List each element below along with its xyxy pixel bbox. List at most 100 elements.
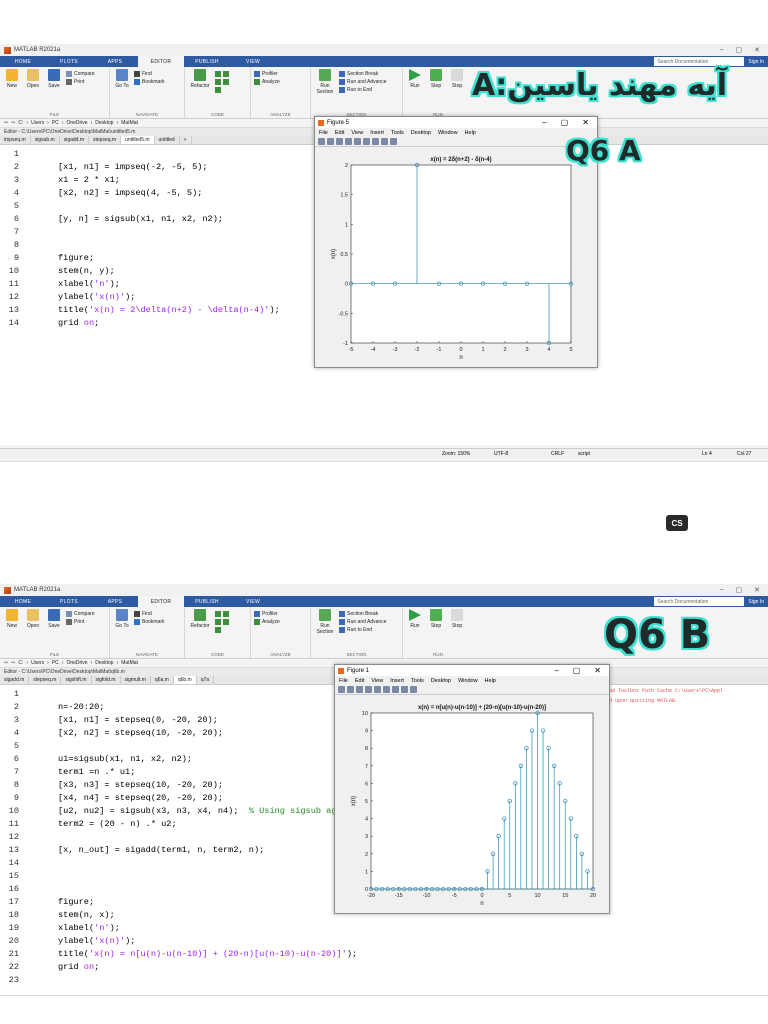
minimize-icon[interactable]: – bbox=[720, 586, 724, 594]
tab-editor[interactable]: EDITOR bbox=[138, 56, 184, 67]
code-line[interactable]: 12 bbox=[0, 830, 58, 843]
menu-window[interactable]: Window bbox=[438, 130, 458, 136]
colorbar-icon[interactable] bbox=[392, 686, 399, 693]
crumb-2[interactable]: PC bbox=[52, 120, 59, 126]
file-tab[interactable]: sigsub.m bbox=[31, 136, 60, 144]
figure-titlebar[interactable]: Figure 1 – ▢ ✕ bbox=[335, 665, 609, 676]
file-tab-active[interactable]: untitled5.m bbox=[121, 136, 155, 144]
run-advance-button[interactable]: Run and Advance bbox=[339, 619, 386, 625]
code-line[interactable]: 19 xlabel('n'); bbox=[0, 921, 120, 934]
plot-tools-icon[interactable] bbox=[390, 138, 397, 145]
compare-button[interactable]: Compare bbox=[66, 611, 95, 617]
search-documentation-input[interactable]: Search Documentation bbox=[654, 57, 745, 66]
file-tab[interactable]: sigmult.m bbox=[121, 676, 151, 684]
compare-button[interactable]: Compare bbox=[66, 71, 95, 77]
close-icon[interactable]: ✕ bbox=[754, 46, 760, 54]
tab-plots[interactable]: PLOTS bbox=[46, 596, 92, 607]
menu-file[interactable]: File bbox=[319, 130, 328, 136]
bookmark-button[interactable]: Bookmark bbox=[134, 79, 165, 85]
save-button[interactable]: Save bbox=[45, 609, 63, 658]
add-tab-icon[interactable]: + bbox=[180, 136, 192, 144]
menu-tools[interactable]: Tools bbox=[391, 130, 404, 136]
stop-button[interactable]: Stop bbox=[448, 609, 466, 658]
code-line[interactable]: 18 stem(n, x); bbox=[0, 908, 115, 921]
save-button[interactable]: Save bbox=[45, 69, 63, 118]
tab-plots[interactable]: PLOTS bbox=[46, 56, 92, 67]
bookmark-button[interactable]: Bookmark bbox=[134, 619, 165, 625]
menu-file[interactable]: File bbox=[339, 678, 348, 684]
file-tab[interactable]: sigshift.m bbox=[61, 676, 92, 684]
print-button[interactable]: Print bbox=[66, 79, 95, 85]
pointer-icon[interactable] bbox=[381, 138, 388, 145]
code-line[interactable]: 7 bbox=[0, 225, 58, 238]
code-line[interactable]: 8 [x3, n3] = stepseq(10, -20, 20); bbox=[0, 778, 223, 791]
stop-button[interactable]: Stop bbox=[448, 69, 466, 118]
code-line[interactable]: 4 [x2, n2] = stepseq(10, -20, 20); bbox=[0, 726, 223, 739]
menu-insert[interactable]: Insert bbox=[370, 130, 384, 136]
figure-window-1[interactable]: Figure 1 – ▢ ✕ File Edit View Insert Tools… bbox=[334, 664, 610, 914]
code-line[interactable]: 1 bbox=[0, 687, 58, 700]
new-figure-icon[interactable] bbox=[318, 138, 325, 145]
file-tab[interactable]: stepseq.m bbox=[29, 676, 62, 684]
tab-publish[interactable]: PUBLISH bbox=[184, 56, 230, 67]
code-line[interactable]: 2 [x1, n1] = impseq(-2, -5, 5); bbox=[0, 160, 208, 173]
link-icon[interactable] bbox=[374, 686, 381, 693]
fx-icon[interactable] bbox=[215, 627, 229, 633]
fx-icon[interactable] bbox=[215, 87, 229, 93]
maximize-icon[interactable]: ▢ bbox=[736, 46, 743, 54]
section-break-button[interactable]: Section Break bbox=[339, 71, 386, 77]
menu-view[interactable]: View bbox=[371, 678, 383, 684]
file-tab[interactable]: q7a bbox=[197, 676, 215, 684]
file-tab-active[interactable]: q6b.m bbox=[173, 676, 197, 684]
sign-in-link[interactable]: Sign In bbox=[744, 596, 768, 607]
figure-window-5[interactable]: Figure 5 – ▢ ✕ File Edit View Insert Tools… bbox=[314, 116, 598, 368]
print-button[interactable]: Print bbox=[66, 619, 95, 625]
figure-titlebar[interactable]: Figure 5 – ▢ ✕ bbox=[315, 117, 597, 128]
code-line[interactable]: 7 term1 =n .* u1; bbox=[0, 765, 136, 778]
code-line[interactable]: 14 grid on; bbox=[0, 316, 100, 329]
fig-maximize-icon[interactable]: ▢ bbox=[561, 118, 569, 127]
goto-button[interactable]: Go To bbox=[113, 69, 131, 118]
code-line[interactable]: 10 stem(n, y); bbox=[0, 264, 115, 277]
tab-apps[interactable]: APPS bbox=[92, 596, 138, 607]
code-line[interactable]: 20 ylabel('x(n)'); bbox=[0, 934, 136, 947]
fig-close-icon[interactable]: ✕ bbox=[594, 666, 601, 675]
analyze-button[interactable]: Analyze bbox=[254, 79, 280, 85]
code-line[interactable]: 6 u1=sigsub(x1, n1, x2, n2); bbox=[0, 752, 192, 765]
crumb-4[interactable]: Desktop bbox=[95, 120, 113, 126]
print-figure-icon[interactable] bbox=[345, 138, 352, 145]
open-button[interactable]: Open bbox=[24, 609, 42, 658]
menu-edit[interactable]: Edit bbox=[335, 130, 344, 136]
crumb-1[interactable]: Users bbox=[31, 660, 44, 666]
code-line[interactable]: 5 bbox=[0, 739, 58, 752]
code-line[interactable]: 11 xlabel('n'); bbox=[0, 277, 120, 290]
menu-insert[interactable]: Insert bbox=[390, 678, 404, 684]
code-line[interactable]: 22 grid on; bbox=[0, 960, 100, 973]
code-line[interactable]: 2 n=-20:20; bbox=[0, 700, 105, 713]
stem-chart-b[interactable]: -20 -15 -10 -5 0 5 10 15 20 0 1 2 3 4 5 6 7 8 9 10 x(n) = n[… bbox=[335, 695, 609, 913]
run-section-button[interactable]: Run Section bbox=[314, 609, 336, 658]
sign-in-link[interactable]: Sign In bbox=[744, 56, 768, 67]
menu-edit[interactable]: Edit bbox=[355, 678, 364, 684]
tab-publish[interactable]: PUBLISH bbox=[184, 596, 230, 607]
code-line[interactable]: 13 [x, n_out] = sigadd(term1, n, term2, n… bbox=[0, 843, 265, 856]
code-line[interactable]: 21 title('x(n) = n[u(n)-u(n-10)] + (20-n)… bbox=[0, 947, 357, 960]
new-figure-icon[interactable] bbox=[338, 686, 345, 693]
save-figure-icon[interactable] bbox=[356, 686, 363, 693]
tab-apps[interactable]: APPS bbox=[92, 56, 138, 67]
indent-icon[interactable] bbox=[215, 79, 229, 85]
print-figure-icon[interactable] bbox=[365, 686, 372, 693]
file-tab[interactable]: sigadd.m bbox=[60, 136, 89, 144]
goto-button[interactable]: Go To bbox=[113, 609, 131, 658]
crumb-1[interactable]: Users bbox=[31, 120, 44, 126]
crumb-3[interactable]: OneDrive bbox=[66, 120, 87, 126]
code-line[interactable]: 10 [u2, nu2] = sigsub(x3, n3, x4, n4); % … bbox=[0, 804, 352, 817]
file-tab[interactable]: sigfold.m bbox=[92, 676, 121, 684]
dock-icon[interactable] bbox=[363, 138, 370, 145]
crumb-4[interactable]: Desktop bbox=[95, 660, 113, 666]
open-button[interactable]: Open bbox=[24, 69, 42, 118]
crumb-2[interactable]: PC bbox=[52, 660, 59, 666]
save-figure-icon[interactable] bbox=[336, 138, 343, 145]
open-file-icon[interactable] bbox=[327, 138, 334, 145]
code-line[interactable]: 1 bbox=[0, 147, 58, 160]
